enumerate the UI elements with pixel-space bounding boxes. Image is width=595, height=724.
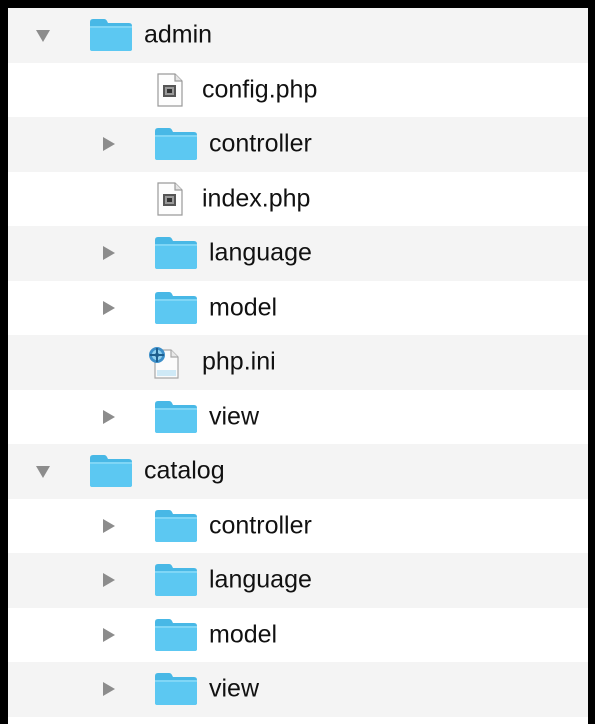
tree-row-admin-language[interactable]: language [8,226,588,281]
tree-row-admin-view[interactable]: view [8,389,588,444]
folder-icon [153,236,199,270]
folder-icon [153,127,199,161]
file-tree: admin config.php controller index.php la… [8,8,588,717]
tree-row-label: model [209,620,278,649]
tree-row-admin-controller[interactable]: controller [8,117,588,172]
disclosure-open-icon[interactable] [36,466,50,479]
folder-icon [153,672,199,706]
tree-row-catalog-language[interactable]: language [8,553,588,608]
folder-icon [153,618,199,652]
tree-row-label: config.php [202,75,318,104]
tree-row-label: controller [209,129,312,158]
tree-row-catalog-view[interactable]: view [8,662,588,717]
tree-row-php-ini[interactable]: php.ini [8,335,588,390]
tree-row-label: model [209,293,278,322]
tree-row-index-php[interactable]: index.php [8,171,588,226]
tree-row-label: admin [144,20,213,49]
disclosure-closed-icon[interactable] [103,300,115,315]
disclosure-closed-icon[interactable] [103,573,115,588]
tree-row-label: catalog [144,456,225,485]
tree-row-label: controller [209,511,312,540]
disclosure-closed-icon[interactable] [103,246,115,261]
folder-icon [153,509,199,543]
tree-row-label: view [209,674,260,703]
disclosure-closed-icon[interactable] [103,409,115,424]
ini-file-icon [145,344,181,380]
folder-icon [88,454,134,488]
disclosure-closed-icon[interactable] [103,627,115,642]
tree-row-catalog[interactable]: catalog [8,444,588,499]
tree-row-label: language [209,565,312,594]
file-browser-window: admin config.php controller index.php la… [0,0,595,724]
tree-row-catalog-controller[interactable]: controller [8,498,588,553]
disclosure-closed-icon[interactable] [103,518,115,533]
tree-row-label: view [209,402,260,431]
tree-row-catalog-model[interactable]: model [8,607,588,662]
tree-row-label: language [209,238,312,267]
disclosure-closed-icon[interactable] [103,137,115,152]
tree-row-admin-model[interactable]: model [8,280,588,335]
folder-icon [153,563,199,597]
folder-icon [153,291,199,325]
tree-row-admin[interactable]: admin [8,8,588,63]
disclosure-closed-icon[interactable] [103,682,115,697]
folder-icon [153,400,199,434]
tree-row-label: index.php [202,184,311,213]
folder-icon [88,18,134,52]
tree-row-config-php[interactable]: config.php [8,62,588,117]
php-file-icon [157,182,183,216]
disclosure-open-icon[interactable] [36,30,50,43]
php-file-icon [157,73,183,107]
tree-row-label: php.ini [202,347,276,376]
